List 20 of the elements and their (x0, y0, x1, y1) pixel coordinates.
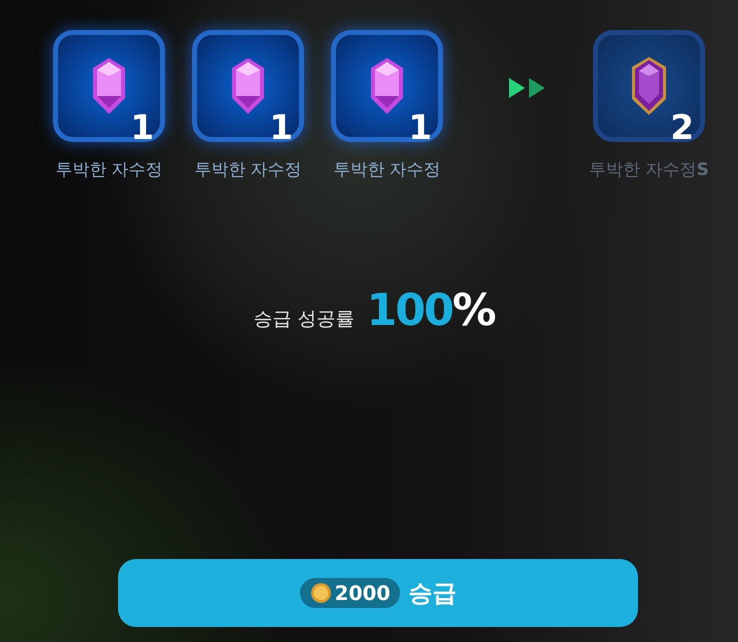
item-slot[interactable]: 1 (331, 30, 443, 142)
quantity: 1 (269, 111, 293, 145)
success-rate-label: 승급 성공률 (254, 307, 355, 332)
item-slot[interactable]: 1 (192, 30, 304, 142)
success-rate-value: 100 (366, 285, 452, 336)
quantity: 2 (670, 111, 694, 145)
item-name: 투박한 자수정 (194, 159, 302, 181)
upgrade-button[interactable]: 2000 승급 (118, 559, 638, 627)
item-name: 투박한 자수정S (589, 159, 709, 181)
item-slot[interactable]: 1 (53, 30, 165, 142)
quantity: 1 (408, 111, 432, 145)
coin-icon (310, 582, 332, 604)
percent-sign: % (452, 285, 496, 336)
item-slot[interactable]: 2 (593, 30, 705, 142)
quantity: 1 (130, 111, 154, 145)
button-label: 승급 (408, 578, 456, 609)
gem-icon (629, 55, 669, 117)
item-name: 투박한 자수정 (55, 159, 163, 181)
cost-amount: 2000 (334, 581, 390, 605)
item-name: 투박한 자수정 (333, 159, 441, 181)
